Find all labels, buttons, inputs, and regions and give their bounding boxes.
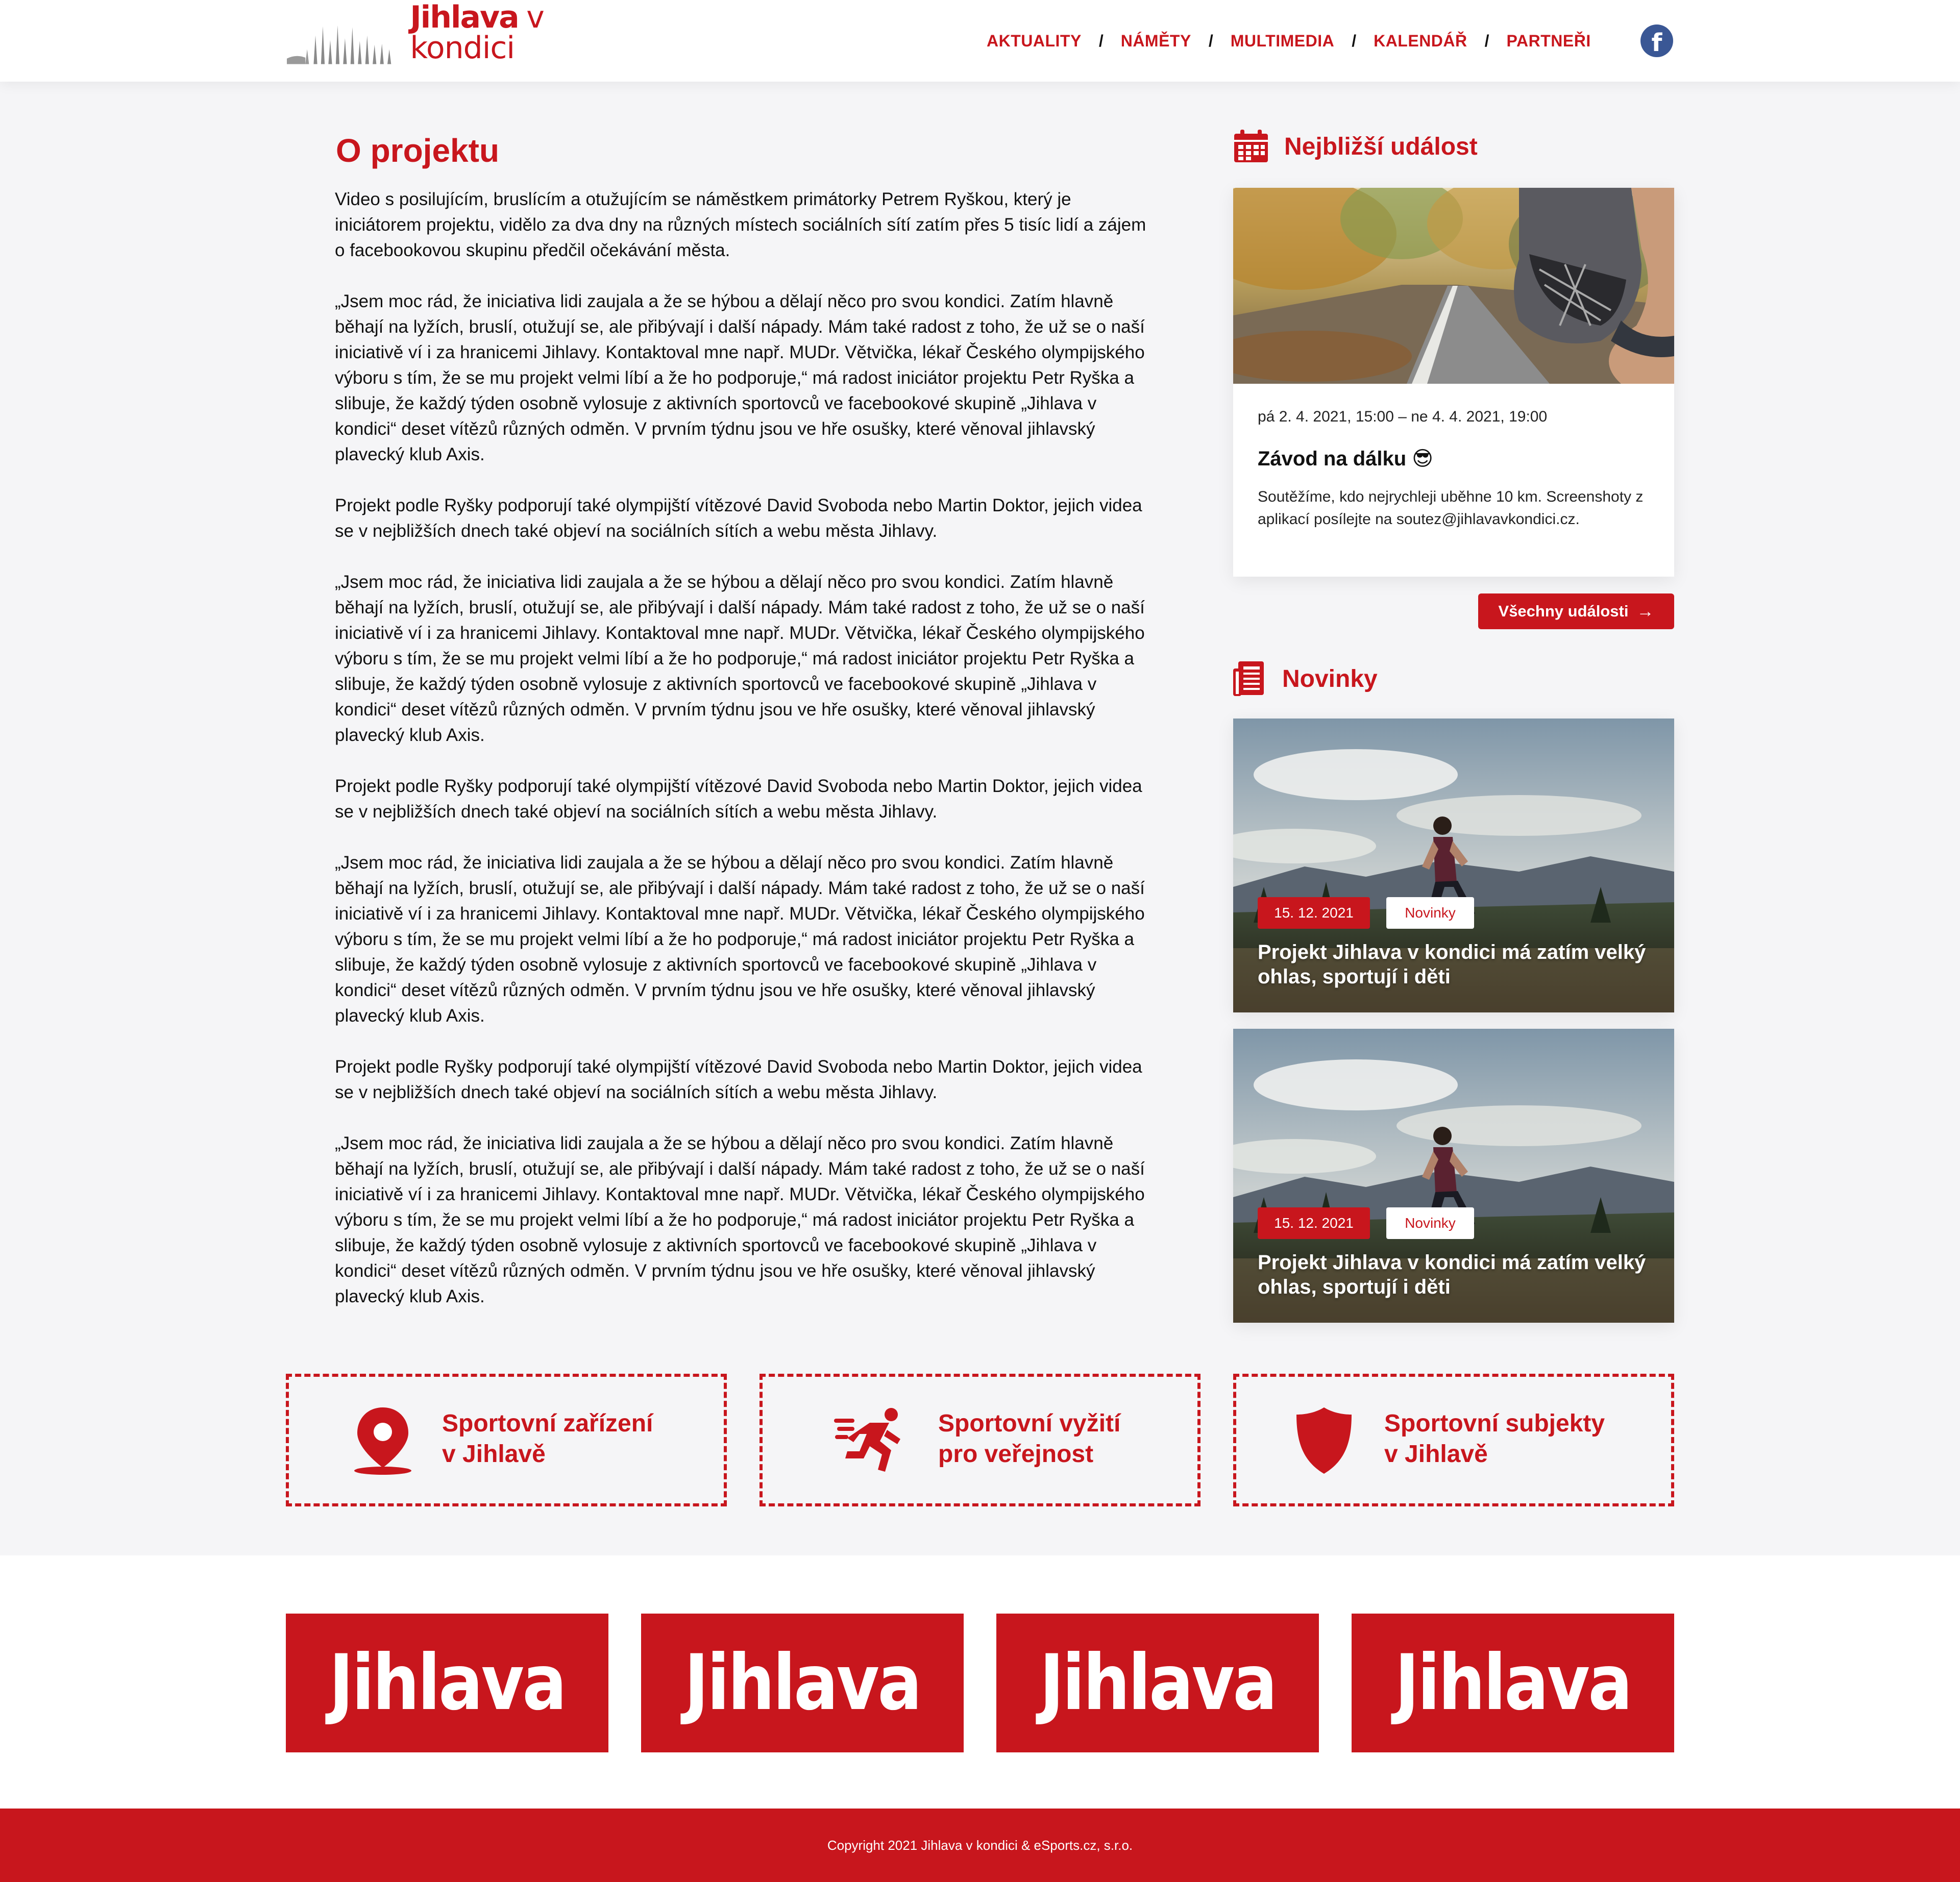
arrow-right-icon: → — [1636, 601, 1654, 621]
page-title: O projektu — [336, 132, 500, 169]
partner-logo-text: Jihlava — [1394, 1639, 1633, 1727]
news-badges: 15. 12. 2021 Novinky — [1258, 1207, 1474, 1239]
nav-item-kalendar[interactable]: KALENDÁŘ — [1374, 32, 1467, 51]
nav-separator: / — [1098, 31, 1104, 50]
feature-label: Sportovní vyžití pro veřejnost — [938, 1408, 1120, 1470]
facebook-glyph: f — [1651, 29, 1662, 57]
event-heading-title: Nejbližší událost — [1284, 133, 1478, 160]
news-title[interactable]: Projekt Jihlava v kondici má zatím velký… — [1258, 940, 1661, 989]
news-card[interactable]: 15. 12. 2021 Novinky Projekt Jihlava v k… — [1233, 1029, 1674, 1323]
feature-label-line1: Sportovní subjekty — [1384, 1410, 1605, 1437]
logo-text: Jihlava v kondici — [410, 2, 634, 66]
facebook-icon[interactable]: f — [1640, 24, 1673, 57]
news-badges: 15. 12. 2021 Novinky — [1258, 897, 1474, 929]
copyright-text: Copyright 2021 Jihlava v kondici & eSpor… — [827, 1837, 1133, 1853]
feature-label-line1: Sportovní vyžití — [938, 1410, 1121, 1437]
feature-sport-facilities[interactable]: Sportovní zařízení v Jihlavě — [286, 1374, 727, 1506]
feature-label-line2: pro veřejnost — [938, 1441, 1094, 1468]
news-date-badge: 15. 12. 2021 — [1258, 1207, 1370, 1239]
event-title: Závod na dálku 😎 — [1258, 448, 1433, 470]
partners-section: Jihlava Jihlava Jihlava Jihlava — [0, 1555, 1960, 1809]
running-shoe-photo — [1233, 188, 1674, 384]
article-paragraph: „Jsem moc rád, že iniciativa lidi zaujal… — [335, 291, 1145, 464]
nav-item-partneri[interactable]: PARTNEŘI — [1507, 32, 1591, 51]
article-paragraph: Video s posilujícím, bruslícím a otužují… — [335, 189, 1146, 260]
feature-label-line1: Sportovní zařízení — [442, 1410, 653, 1437]
partner-logo[interactable]: Jihlava — [286, 1614, 608, 1752]
running-person-icon — [834, 1408, 900, 1472]
logo-skyline-icon — [287, 25, 391, 64]
article-body: Video s posilujícím, bruslícím a otužují… — [335, 187, 1152, 1335]
news-date-badge: 15. 12. 2021 — [1258, 897, 1370, 929]
nav-item-aktuality[interactable]: AKTUALITY — [987, 32, 1082, 51]
partner-logo[interactable]: Jihlava — [1352, 1614, 1674, 1752]
feature-label-line2: v Jihlavě — [442, 1441, 546, 1468]
nav-item-namety[interactable]: NÁMĚTY — [1121, 32, 1191, 51]
feature-label: Sportovní zařízení v Jihlavě — [442, 1408, 653, 1470]
feature-label-line2: v Jihlavě — [1384, 1441, 1488, 1468]
shield-icon — [1296, 1407, 1352, 1474]
feature-sport-clubs[interactable]: Sportovní subjekty v Jihlavě — [1233, 1374, 1674, 1506]
feature-label: Sportovní subjekty v Jihlavě — [1384, 1408, 1605, 1470]
site-logo[interactable]: Jihlava v kondici — [287, 2, 634, 66]
article-paragraph: Projekt podle Ryšky podporují také olymp… — [335, 1057, 1142, 1102]
partner-logo-text: Jihlava — [1039, 1639, 1278, 1727]
event-card[interactable]: pá 2. 4. 2021, 15:00 – ne 4. 4. 2021, 19… — [1233, 188, 1674, 577]
all-events-button[interactable]: Všechny události → — [1478, 593, 1674, 629]
article-paragraph: „Jsem moc rád, že iniciativa lidi zaujal… — [335, 572, 1145, 745]
nav-item-multimedia[interactable]: MULTIMEDIA — [1231, 32, 1334, 51]
partner-logo-text: Jihlava — [684, 1639, 922, 1727]
article-paragraph: „Jsem moc rád, že iniciativa lidi zaujal… — [335, 1133, 1145, 1306]
event-description: Soutěžíme, kdo nejrychleji uběhne 10 km.… — [1258, 488, 1644, 528]
news-category-badge[interactable]: Novinky — [1386, 1207, 1474, 1239]
news-title[interactable]: Projekt Jihlava v kondici má zatím velký… — [1258, 1250, 1661, 1299]
article-paragraph: Projekt podle Ryšky podporují také olymp… — [335, 776, 1142, 822]
newspaper-icon — [1233, 661, 1264, 696]
news-heading: Novinky — [1233, 661, 1378, 696]
feature-public-sport[interactable]: Sportovní vyžití pro veřejnost — [760, 1374, 1200, 1506]
site-footer: Copyright 2021 Jihlava v kondici & eSpor… — [0, 1809, 1960, 1882]
map-pin-icon — [354, 1407, 411, 1475]
news-card[interactable]: 15. 12. 2021 Novinky Projekt Jihlava v k… — [1233, 719, 1674, 1012]
nav-separator: / — [1208, 31, 1213, 50]
calendar-icon — [1234, 130, 1268, 162]
main-nav: AKTUALITY / NÁMĚTY / MULTIMEDIA / KALEND… — [987, 31, 1591, 51]
event-date: pá 2. 4. 2021, 15:00 – ne 4. 4. 2021, 19… — [1258, 408, 1548, 425]
partner-logo-text: Jihlava — [329, 1639, 567, 1727]
partner-logo[interactable]: Jihlava — [641, 1614, 964, 1752]
nav-separator: / — [1484, 31, 1489, 50]
article-paragraph: Projekt podle Ryšky podporují také olymp… — [335, 496, 1142, 541]
partner-logo[interactable]: Jihlava — [996, 1614, 1319, 1752]
news-category-badge[interactable]: Novinky — [1386, 897, 1474, 929]
news-heading-title: Novinky — [1282, 665, 1378, 692]
event-heading: Nejbližší událost — [1233, 130, 1478, 163]
all-events-label: Všechny události — [1498, 602, 1629, 620]
article-paragraph: „Jsem moc rád, že iniciativa lidi zaujal… — [335, 853, 1145, 1026]
nav-separator: / — [1352, 31, 1357, 50]
site-header: Jihlava v kondici AKTUALITY / NÁMĚTY / M… — [0, 0, 1960, 82]
